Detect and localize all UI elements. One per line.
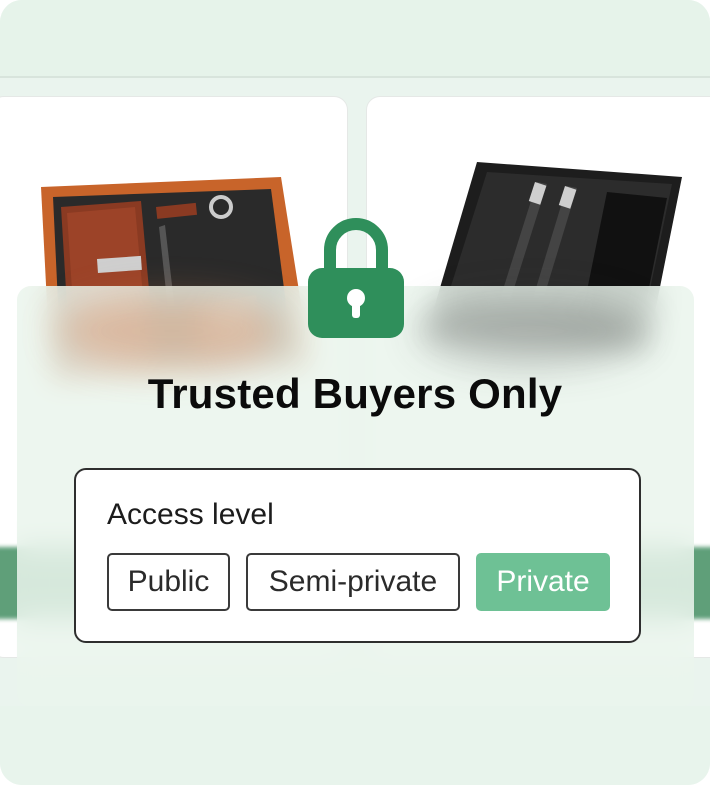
overlay-title: Trusted Buyers Only — [147, 370, 563, 417]
blurred-image-hint — [417, 296, 647, 366]
footer-bar — [0, 706, 710, 785]
header-bar — [0, 0, 710, 78]
access-option-semi-private[interactable]: Semi-private — [246, 553, 460, 611]
lock-icon — [308, 218, 404, 338]
access-option-private[interactable]: Private — [476, 553, 610, 611]
app-frame: Trusted Buyers Only Access level Public … — [0, 0, 710, 785]
blurred-image-hint — [57, 296, 287, 366]
access-level-label: Access level — [107, 498, 274, 531]
access-option-public[interactable]: Public — [107, 553, 230, 611]
access-level-card: Access level Public Semi-private Private — [74, 468, 641, 643]
